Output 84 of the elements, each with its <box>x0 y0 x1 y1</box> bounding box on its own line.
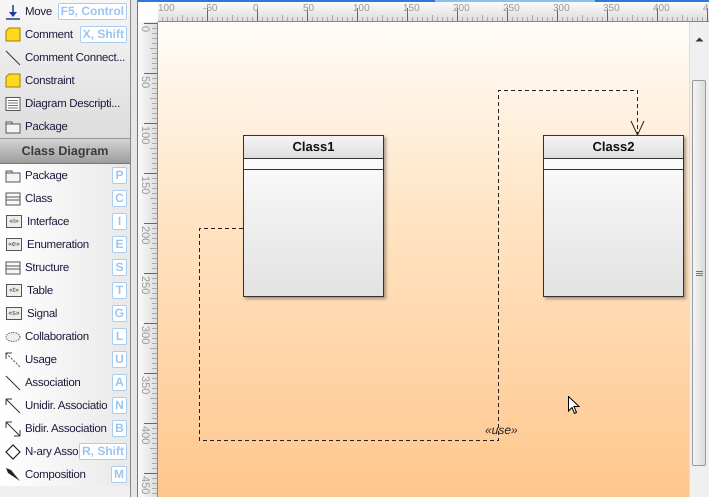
ruler-label: 250 <box>139 276 151 294</box>
folder-icon <box>5 118 21 134</box>
ruler-label: 50 <box>139 76 151 88</box>
palette-item[interactable]: N-ary Asso <box>25 446 78 458</box>
palette-item[interactable]: Diagram Descripti... <box>25 98 120 110</box>
shortcut-badge: U <box>112 351 127 368</box>
ruler-label: 350 <box>139 376 151 394</box>
shortcut-badge: T <box>112 282 127 299</box>
ruler-label: 400 <box>139 426 151 444</box>
ruler-label: 200 <box>139 226 151 244</box>
filled-diamond-icon <box>5 466 21 482</box>
scroll-thumb[interactable] <box>692 80 706 466</box>
ruler-label: 0 <box>253 3 259 14</box>
ruler-label: 200 <box>453 3 470 14</box>
shortcut-badge: S <box>112 259 127 276</box>
ruler-label: 150 <box>139 176 151 194</box>
arrow-icon <box>5 398 21 414</box>
palette-item[interactable]: Constraint <box>25 74 74 86</box>
connector-label: «use» <box>485 423 518 437</box>
document-icon <box>5 96 21 112</box>
class-icon <box>5 190 21 206</box>
palette-item[interactable]: Collaboration <box>25 330 89 342</box>
palette-item[interactable]: Move <box>25 6 52 18</box>
ruler-label: 400 <box>653 3 670 14</box>
palette-item[interactable]: Comment Connect... <box>25 52 126 64</box>
double-arrow-icon <box>5 420 21 436</box>
palette-item[interactable]: Table <box>27 284 53 296</box>
shortcut-badge: F5, Control <box>58 3 127 20</box>
line-icon <box>5 50 21 66</box>
class-icon <box>5 260 21 276</box>
ruler-label: 450 <box>139 476 151 494</box>
folder-icon <box>5 168 21 184</box>
shortcut-badge: N <box>112 397 127 414</box>
shortcut-badge: I <box>112 213 127 230</box>
ruler-label: 300 <box>553 3 570 14</box>
shortcut-badge: C <box>112 190 127 207</box>
arrow-down-icon <box>5 4 21 20</box>
ruler-label: 100 <box>139 126 151 144</box>
palette-item[interactable]: Interface <box>27 216 70 228</box>
ruler-label: 350 <box>603 3 620 14</box>
vertical-scrollbar[interactable] <box>689 22 709 497</box>
shortcut-badge: G <box>112 305 127 322</box>
diamond-icon <box>5 444 21 460</box>
shortcut-badge: L <box>112 328 127 345</box>
palette-header[interactable]: Class Diagram <box>0 139 130 164</box>
palette-item[interactable]: Unidir. Associatio <box>25 400 108 412</box>
splitter-bar[interactable] <box>131 0 138 497</box>
palette-item[interactable]: Bidir. Association <box>25 422 107 434</box>
palette-item[interactable]: Composition <box>25 468 86 480</box>
palette-item[interactable]: Class <box>25 192 52 204</box>
palette-item[interactable]: Structure <box>25 262 69 274</box>
ruler-label: 50 <box>303 3 314 14</box>
palette-item[interactable]: Package <box>25 170 68 182</box>
shortcut-badge: E <box>112 236 127 253</box>
line-icon <box>5 374 21 390</box>
note-icon <box>5 72 21 88</box>
ruler-label: 0 <box>139 26 151 32</box>
ruler-label: 250 <box>503 3 520 14</box>
shortcut-badge: X, Shift <box>80 26 127 43</box>
shortcut-badge: A <box>112 374 127 391</box>
palette-item[interactable]: Association <box>25 376 81 388</box>
ruler-label: 300 <box>139 326 151 344</box>
palette-item[interactable]: Package <box>25 120 68 132</box>
shortcut-badge: P <box>112 167 127 184</box>
palette-item[interactable]: Enumeration <box>27 238 89 250</box>
ruler-corner <box>138 2 158 22</box>
pointer-icon <box>568 396 580 415</box>
ruler-label: 100 <box>353 3 370 14</box>
shortcut-badge: R, Shift <box>79 443 127 460</box>
ruler-label: 4 <box>703 3 709 14</box>
diagram-canvas[interactable]: Class1 Class2 «use» <box>158 22 689 497</box>
palette-item[interactable]: Comment <box>25 28 73 40</box>
palette-item[interactable]: Usage <box>25 354 57 366</box>
ruler-label: 100 <box>158 3 175 14</box>
note-icon <box>5 26 21 42</box>
shortcut-badge: B <box>112 420 127 437</box>
shortcut-badge: M <box>111 466 127 483</box>
palette-item[interactable]: Signal <box>27 308 58 320</box>
class-node[interactable]: Class2 <box>543 135 684 297</box>
dashed-arrow-icon <box>5 352 21 368</box>
dependency-connector[interactable] <box>199 90 644 441</box>
ruler-label: 150 <box>403 3 420 14</box>
ruler-label: -50 <box>203 3 218 14</box>
class-node[interactable]: Class1 <box>243 135 384 297</box>
